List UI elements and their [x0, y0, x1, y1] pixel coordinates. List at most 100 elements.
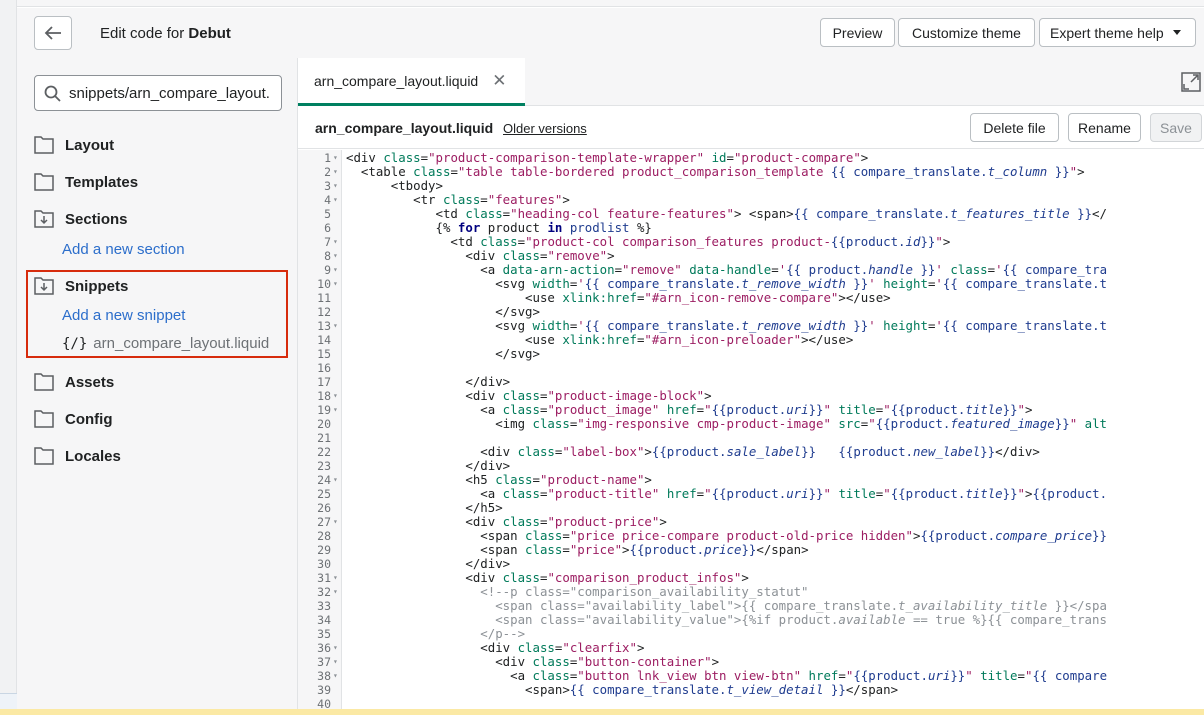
code-line[interactable]: 32 ▾ <!--p class="comparison_availability… — [298, 584, 1204, 600]
code-line[interactable]: 38 ▾ <a class="button lnk_view btn view-b… — [298, 669, 1204, 684]
expert-theme-help-button[interactable]: Expert theme help — [1039, 18, 1196, 47]
fold-arrow-icon[interactable]: ▾ — [333, 277, 341, 291]
code-text: <h5 class="product-name"> — [346, 472, 652, 487]
fold-arrow-icon[interactable]: ▾ — [333, 403, 341, 417]
code-line[interactable]: 10 ▾ <svg width='{{ compare_translate.t_r… — [298, 277, 1204, 292]
fold-arrow-icon[interactable]: ▾ — [333, 319, 341, 333]
folder-layout[interactable]: Layout — [34, 133, 114, 157]
left-edge-strip — [0, 0, 17, 715]
line-number: 27 — [317, 515, 331, 529]
arrow-left-icon — [44, 26, 61, 40]
fold-arrow-icon[interactable]: ▾ — [333, 179, 341, 193]
code-line[interactable]: 23 </div> — [298, 458, 1204, 474]
page-title-prefix: Edit code for — [100, 25, 189, 42]
line-number: 36 — [317, 641, 331, 655]
file-search-field[interactable] — [34, 75, 282, 111]
snippet-file-item[interactable]: {/} arn_compare_layout.liquid — [62, 335, 269, 352]
customize-theme-button[interactable]: Customize theme — [898, 18, 1035, 47]
delete-file-button[interactable]: Delete file — [970, 113, 1059, 142]
code-line[interactable]: 22 <div class="label-box">{{product.sale… — [298, 445, 1204, 460]
fold-arrow-icon[interactable]: ▾ — [333, 249, 341, 263]
code-line[interactable]: 33 <span class="availability_label">{{ c… — [298, 599, 1204, 614]
code-line[interactable]: 15 </svg> — [298, 347, 1204, 362]
file-sidebar: Layout Templates Sections Add a new sect… — [17, 58, 298, 715]
line-number: 22 — [317, 445, 331, 459]
code-line[interactable]: 25 <a class="product-title" href="{{prod… — [298, 487, 1204, 502]
fold-arrow-icon[interactable]: ▾ — [333, 151, 341, 165]
code-line[interactable]: 26 </h5> — [298, 501, 1204, 516]
code-line[interactable]: 1 ▾ <div class="product-comparison-templat… — [298, 151, 1204, 166]
editor-tab[interactable]: arn_compare_layout.liquid ✕ — [298, 58, 525, 106]
folder-snippets[interactable]: Snippets — [34, 274, 128, 298]
code-text: <!--p class="comparison_availability_sta… — [346, 584, 809, 599]
code-line[interactable]: 16 — [298, 361, 1204, 375]
code-line[interactable]: 19 ▾ <a class="product_image" href="{{pro… — [298, 403, 1204, 418]
code-line[interactable]: 17 </div> — [298, 375, 1204, 390]
fold-arrow-icon[interactable]: ▾ — [333, 515, 341, 529]
line-number: 14 — [317, 333, 331, 347]
code-line[interactable]: 7 ▾ <td class="product-col comparison_fea… — [298, 235, 1204, 250]
code-line[interactable]: 2 ▾ <table class="table table-bordered pr… — [298, 165, 1204, 180]
code-line[interactable]: 30 </div> — [298, 557, 1204, 572]
code-line[interactable]: 29 <span class="price">{{product.price}}… — [298, 543, 1204, 558]
folder-sections[interactable]: Sections — [34, 207, 128, 231]
fold-arrow-icon[interactable]: ▾ — [333, 571, 341, 585]
add-section-link[interactable]: Add a new section — [62, 241, 185, 258]
code-line[interactable]: 39 <span>{{ compare_translate.t_view_det… — [298, 683, 1204, 698]
snippet-file-label: arn_compare_layout.liquid — [93, 335, 270, 352]
folder-locales[interactable]: Locales — [34, 444, 121, 468]
code-line[interactable]: 5 <td class="heading-col feature-feature… — [298, 207, 1204, 222]
fold-arrow-icon[interactable]: ▾ — [333, 263, 341, 277]
code-line[interactable]: 28 <span class="price price-compare prod… — [298, 529, 1204, 544]
code-line[interactable]: 34 <span class="availability_value">{%if… — [298, 613, 1204, 628]
add-snippet-link[interactable]: Add a new snippet — [62, 307, 185, 324]
fold-arrow-icon[interactable]: ▾ — [333, 165, 341, 179]
close-icon[interactable]: ✕ — [492, 71, 506, 91]
caret-down-icon — [1172, 30, 1181, 35]
page-header: Edit code for Debut Preview Customize th… — [17, 8, 1204, 58]
code-line[interactable]: 11 <use xlink:href="#arn_icon-remove-com… — [298, 291, 1204, 306]
code-area[interactable]: 1 ▾ <div class="product-comparison-templat… — [298, 150, 1204, 715]
folder-templates[interactable]: Templates — [34, 170, 138, 194]
code-line[interactable]: 27 ▾ <div class="product-price"> — [298, 515, 1204, 530]
code-line[interactable]: 31 ▾ <div class="comparison_product_infos… — [298, 571, 1204, 586]
line-number: 29 — [317, 543, 331, 557]
expand-icon[interactable] — [1181, 72, 1201, 92]
folder-config[interactable]: Config — [34, 407, 112, 431]
fold-arrow-icon[interactable]: ▾ — [333, 193, 341, 207]
preview-button[interactable]: Preview — [820, 18, 895, 47]
file-search-input[interactable] — [69, 76, 279, 110]
fold-arrow-icon[interactable]: ▾ — [333, 655, 341, 669]
code-line[interactable]: 9 ▾ <a data-arn-action="remove" data-hand… — [298, 263, 1204, 278]
rename-button[interactable]: Rename — [1068, 113, 1141, 142]
code-line[interactable]: 3 ▾ <tbody> — [298, 179, 1204, 194]
folder-sections-label: Sections — [65, 210, 128, 228]
code-text: </div> — [346, 458, 511, 473]
code-line[interactable]: 8 ▾ <div class="remove"> — [298, 249, 1204, 264]
fold-arrow-icon[interactable]: ▾ — [333, 235, 341, 249]
back-button[interactable] — [34, 16, 72, 50]
code-line[interactable]: 14 <use xlink:href="#arn_icon-preloader"… — [298, 333, 1204, 348]
code-line[interactable]: 13 ▾ <svg width='{{ compare_translate.t_r… — [298, 318, 1204, 334]
older-versions-link[interactable]: Older versions — [503, 121, 587, 136]
save-button[interactable]: Save — [1150, 113, 1202, 142]
fold-arrow-icon[interactable]: ▾ — [333, 389, 341, 403]
code-line[interactable]: 21 — [298, 431, 1204, 445]
code-text: <svg width='{{ compare_translate.t_remov… — [346, 318, 1107, 333]
code-line[interactable]: 37 ▾ <div class="button-container"> — [298, 655, 1204, 670]
code-line[interactable]: 36 ▾ <div class="clearfix"> — [298, 641, 1204, 656]
code-line[interactable]: 12 </svg> — [298, 305, 1204, 320]
line-number: 8 — [324, 249, 331, 263]
code-line[interactable]: 24 ▾ <h5 class="product-name"> — [298, 472, 1204, 488]
code-line[interactable]: 6 {% for product in prodlist %} — [298, 221, 1204, 236]
code-line[interactable]: 35 </p--> — [298, 627, 1204, 642]
code-line[interactable]: 4 ▾ <tr class="features"> — [298, 193, 1204, 208]
folder-assets[interactable]: Assets — [34, 370, 114, 394]
code-editor-panel: arn_compare_layout.liquid ✕ arn_compare_… — [298, 58, 1204, 715]
fold-arrow-icon[interactable]: ▾ — [333, 585, 341, 599]
fold-arrow-icon[interactable]: ▾ — [333, 641, 341, 655]
fold-arrow-icon[interactable]: ▾ — [333, 669, 341, 683]
code-line[interactable]: 18 ▾ <div class="product-image-block"> — [298, 389, 1204, 404]
fold-arrow-icon[interactable]: ▾ — [333, 473, 341, 487]
code-line[interactable]: 20 <img class="img-responsive cmp-produc… — [298, 417, 1204, 432]
